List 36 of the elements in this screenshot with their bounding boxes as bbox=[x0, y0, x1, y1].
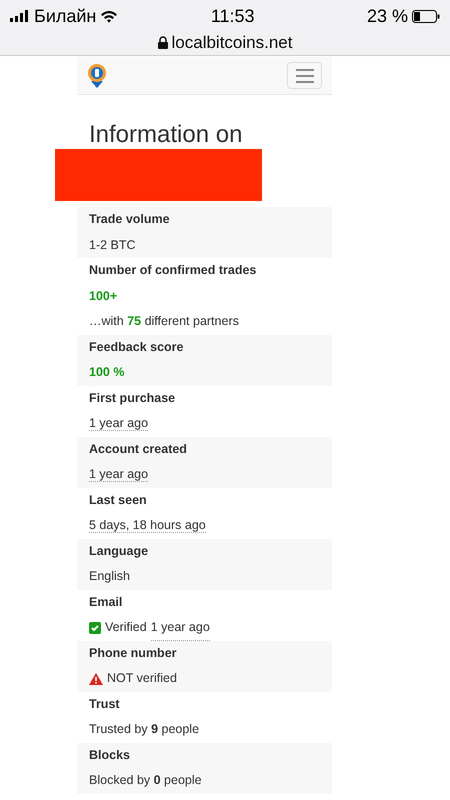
warning-icon bbox=[89, 672, 103, 685]
carrier-name: Билайн bbox=[34, 4, 96, 28]
field-value: 100+ bbox=[89, 288, 118, 304]
time-ago: 5 days, 18 hours ago bbox=[89, 518, 206, 533]
status-text: NOT verified bbox=[107, 670, 177, 687]
page-heading: Information on bbox=[89, 121, 244, 149]
time-ago: 1 year ago bbox=[89, 467, 148, 482]
field-value: 1-2 BTC bbox=[89, 236, 137, 254]
field-value: English bbox=[89, 568, 131, 585]
field-value: 100 % bbox=[89, 364, 126, 381]
field-label: Number of confirmed trades bbox=[89, 262, 258, 279]
field-label: Phone number bbox=[89, 644, 178, 662]
field-label: First purchase bbox=[89, 390, 176, 407]
wifi-icon bbox=[100, 10, 118, 22]
field-value: Trusted by 9 people bbox=[89, 721, 200, 738]
field-label: Language bbox=[89, 542, 150, 560]
logo-icon[interactable] bbox=[87, 62, 107, 88]
field-label: Blocks bbox=[89, 746, 131, 764]
field-label: Account created bbox=[89, 440, 188, 458]
lock-icon bbox=[158, 36, 168, 50]
time-ago: 1 year ago bbox=[89, 416, 148, 431]
check-icon bbox=[89, 622, 101, 634]
field-label: Trade volume bbox=[89, 211, 171, 228]
battery-percent: 23 % bbox=[366, 4, 408, 28]
partners-text: …with 75 different partners bbox=[89, 313, 240, 330]
url-text[interactable]: localbitcoins.net bbox=[172, 30, 292, 56]
field-label: Last seen bbox=[89, 492, 148, 508]
status-text: Verified bbox=[105, 619, 147, 636]
field-label: Feedback score bbox=[89, 338, 184, 356]
field-label: Trust bbox=[89, 696, 121, 712]
field-label: Email bbox=[89, 594, 124, 610]
signal-icon bbox=[10, 10, 30, 22]
battery-icon bbox=[412, 10, 440, 22]
menu-button[interactable] bbox=[287, 62, 322, 89]
field-value: Blocked by 0 people bbox=[89, 772, 203, 789]
clock-time: 11:53 bbox=[210, 4, 255, 28]
